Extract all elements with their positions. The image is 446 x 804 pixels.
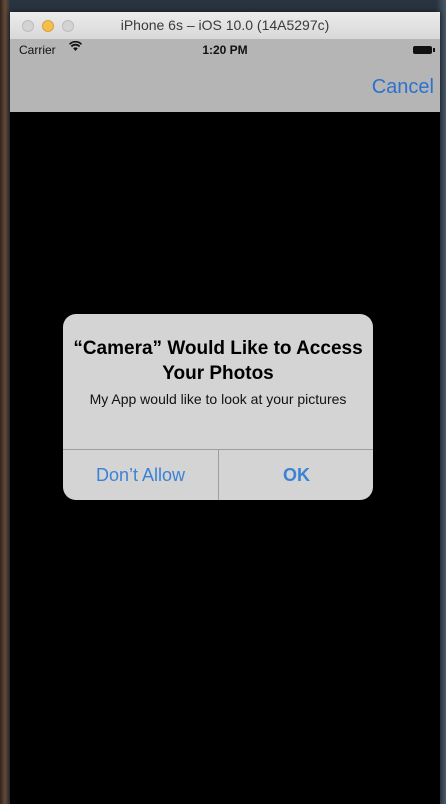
status-time: 1:20 PM (202, 43, 248, 57)
permission-alert: “Camera” Would Like to Access Your Photo… (63, 314, 373, 500)
cancel-button[interactable]: Cancel (372, 76, 434, 99)
window-titlebar: iPhone 6s – iOS 10.0 (14A5297c) (10, 12, 440, 40)
window-title: iPhone 6s – iOS 10.0 (14A5297c) (120, 17, 330, 33)
alert-title: “Camera” Would Like to Access Your Photo… (73, 338, 363, 384)
navigation-bar: Carrier 1:20 PM Cancel (10, 40, 440, 112)
battery-icon (413, 46, 435, 54)
alert-message: My App would like to look at your pictur… (89, 391, 347, 407)
ok-button[interactable]: OK (219, 450, 373, 500)
dont-allow-button[interactable]: Don’t Allow (63, 450, 218, 500)
status-bar: Carrier 1:20 PM (10, 40, 440, 60)
